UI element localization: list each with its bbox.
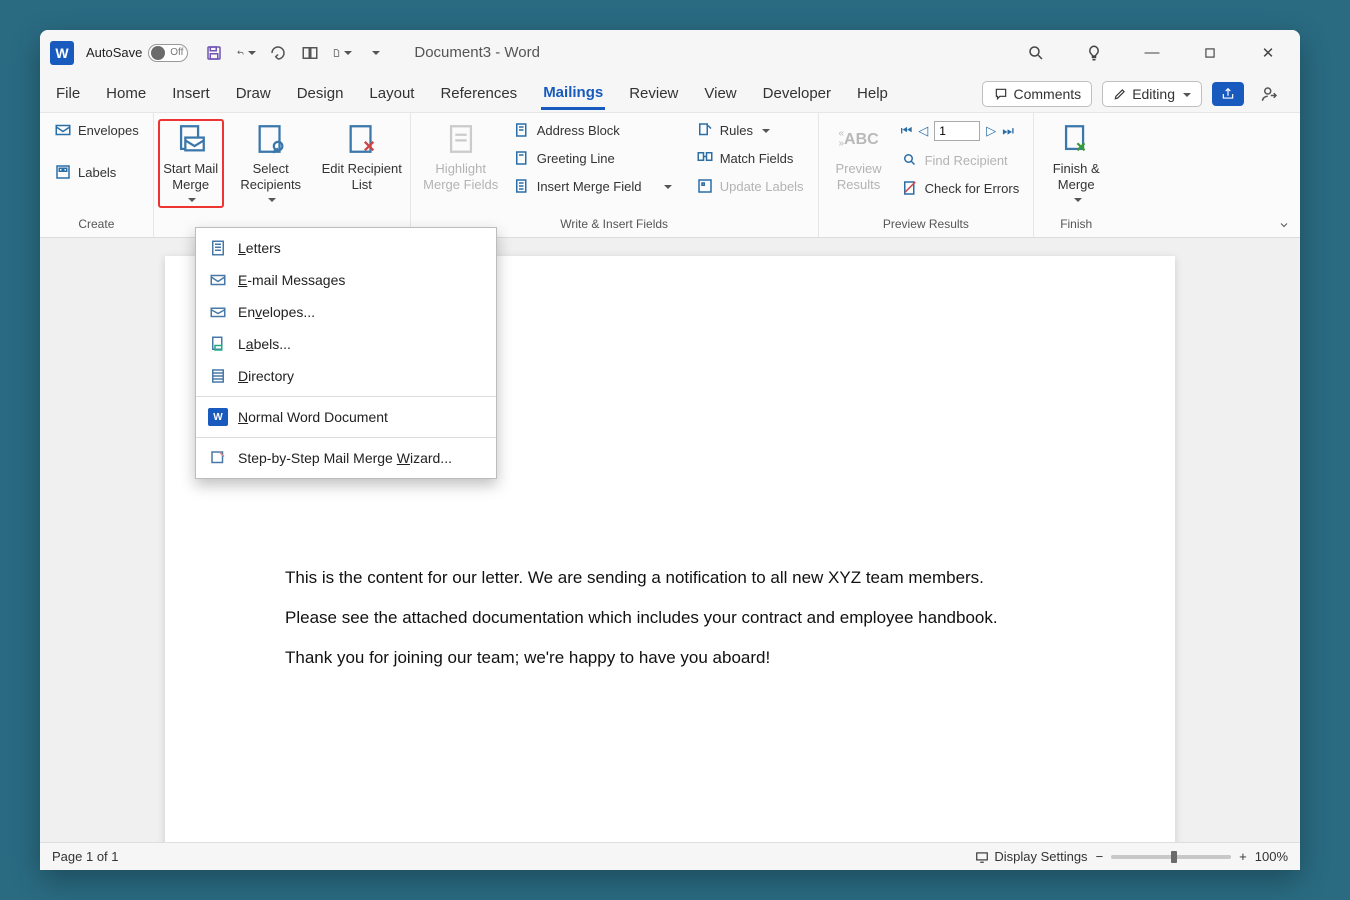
display-settings-button[interactable]: Display Settings: [974, 849, 1087, 864]
document-title: Document3 - Word: [414, 44, 540, 61]
dropdown-email[interactable]: E-mail Messages: [196, 264, 496, 296]
qat-more-icon[interactable]: [364, 43, 384, 63]
dropdown-separator: [196, 396, 496, 397]
page-indicator[interactable]: Page 1 of 1: [52, 849, 119, 864]
match-fields-button[interactable]: Match Fields: [692, 147, 808, 169]
tab-file[interactable]: File: [54, 79, 82, 108]
close-button[interactable]: ✕: [1254, 39, 1282, 67]
document-icon[interactable]: [332, 43, 352, 63]
preview-results-button[interactable]: « »ABC Preview Results: [829, 119, 889, 192]
autosave-label: AutoSave: [86, 45, 142, 60]
dropdown-wizard[interactable]: Step-by-Step Mail Merge Wizard...: [196, 442, 496, 474]
dropdown-letters[interactable]: Letters: [196, 232, 496, 264]
labels-button[interactable]: Labels: [50, 161, 143, 183]
record-nav: ⏮ ◁ ▷ ⏭: [897, 119, 1024, 143]
greeting-line-button[interactable]: Greeting Line: [509, 147, 676, 169]
tab-view[interactable]: View: [702, 79, 738, 108]
update-labels-button[interactable]: Update Labels: [692, 175, 808, 197]
sync-icon[interactable]: [1254, 81, 1286, 107]
highlight-merge-fields-button[interactable]: Highlight Merge Fields: [421, 119, 501, 192]
envelopes-button[interactable]: Envelopes: [50, 119, 143, 141]
start-mail-merge-button[interactable]: Start Mail Merge: [158, 119, 224, 208]
autosave-state: Off: [170, 47, 183, 58]
layout-icon[interactable]: [300, 43, 320, 63]
ribbon: Envelopes Labels Create Start Mail Merge…: [40, 113, 1300, 238]
editing-mode-button[interactable]: Editing: [1102, 81, 1202, 107]
rules-button[interactable]: Rules: [692, 119, 808, 141]
dropdown-letters-label: etters: [246, 240, 281, 256]
tab-help[interactable]: Help: [855, 79, 890, 108]
save-icon[interactable]: [204, 43, 224, 63]
title-bar: W AutoSave Off Document3 - Word — ✕: [40, 30, 1300, 75]
maximize-button[interactable]: [1196, 39, 1224, 67]
finish-merge-button[interactable]: Finish & Merge: [1044, 119, 1108, 208]
dropdown-separator-2: [196, 437, 496, 438]
dropdown-envelopes[interactable]: Envelopes...: [196, 296, 496, 328]
tab-references[interactable]: References: [438, 79, 519, 108]
find-recipient-button[interactable]: Find Recipient: [897, 149, 1024, 171]
minimize-button[interactable]: —: [1138, 39, 1166, 67]
last-record-icon[interactable]: ⏭: [1002, 123, 1014, 139]
zoom-slider-knob: [1171, 851, 1177, 863]
insert-merge-field-button[interactable]: Insert Merge Field: [509, 175, 676, 197]
edit-recipient-list-button[interactable]: Edit Recipient List: [318, 119, 406, 192]
prev-record-icon[interactable]: ◁: [918, 123, 928, 139]
tab-developer[interactable]: Developer: [761, 79, 833, 108]
address-block-button[interactable]: Address Block: [509, 119, 676, 141]
paragraph-3: Thank you for joining our team; we're ha…: [285, 646, 1055, 670]
tab-layout[interactable]: Layout: [367, 79, 416, 108]
tab-draw[interactable]: Draw: [234, 79, 273, 108]
record-number-input[interactable]: [934, 121, 980, 141]
tab-review[interactable]: Review: [627, 79, 680, 108]
lightbulb-icon[interactable]: [1080, 39, 1108, 67]
group-create: Envelopes Labels Create: [40, 113, 154, 237]
dropdown-labels[interactable]: Labels...: [196, 328, 496, 360]
group-write-insert: Highlight Merge Fields Address Block Gre…: [411, 113, 819, 237]
tab-insert[interactable]: Insert: [170, 79, 212, 108]
tab-design[interactable]: Design: [295, 79, 346, 108]
group-preview-results: « »ABC Preview Results ⏮ ◁ ▷ ⏭ Find Reci…: [819, 113, 1035, 237]
share-button[interactable]: [1212, 82, 1244, 106]
group-finish: Finish & Merge Finish: [1034, 113, 1118, 237]
autosave-toggle[interactable]: Off: [148, 44, 188, 62]
start-mail-merge-dropdown: Letters E-mail Messages Envelopes... Lab…: [195, 227, 497, 479]
dropdown-directory[interactable]: Directory: [196, 360, 496, 392]
status-bar: Page 1 of 1 Display Settings − + 100%: [40, 842, 1300, 870]
tab-home[interactable]: Home: [104, 79, 148, 108]
search-icon[interactable]: [1022, 39, 1050, 67]
word-app-icon: W: [50, 41, 74, 65]
paragraph-2: Please see the attached documentation wh…: [285, 606, 1055, 630]
toggle-knob: [151, 46, 165, 60]
dropdown-normal[interactable]: WNormal Word Document: [196, 401, 496, 433]
tab-mailings[interactable]: Mailings: [541, 78, 605, 110]
group-start-mail-merge: Start Mail Merge Select Recipients Edit …: [154, 113, 411, 237]
zoom-percent[interactable]: 100%: [1255, 849, 1288, 864]
zoom-out-button[interactable]: −: [1096, 849, 1104, 864]
collapse-ribbon-icon[interactable]: [1276, 219, 1292, 231]
first-record-icon[interactable]: ⏮: [901, 123, 913, 139]
next-record-icon[interactable]: ▷: [986, 123, 996, 139]
select-recipients-button[interactable]: Select Recipients: [232, 119, 310, 208]
ribbon-tabs: File Home Insert Draw Design Layout Refe…: [40, 75, 1300, 113]
quick-access-toolbar: [204, 43, 384, 63]
zoom-in-button[interactable]: +: [1239, 849, 1247, 864]
paragraph-1: This is the content for our letter. We a…: [285, 566, 1055, 590]
comments-button[interactable]: Comments: [982, 81, 1093, 107]
redo-icon[interactable]: [268, 43, 288, 63]
check-errors-button[interactable]: Check for Errors: [897, 177, 1024, 199]
undo-icon[interactable]: [236, 43, 256, 63]
zoom-slider[interactable]: [1111, 855, 1231, 859]
